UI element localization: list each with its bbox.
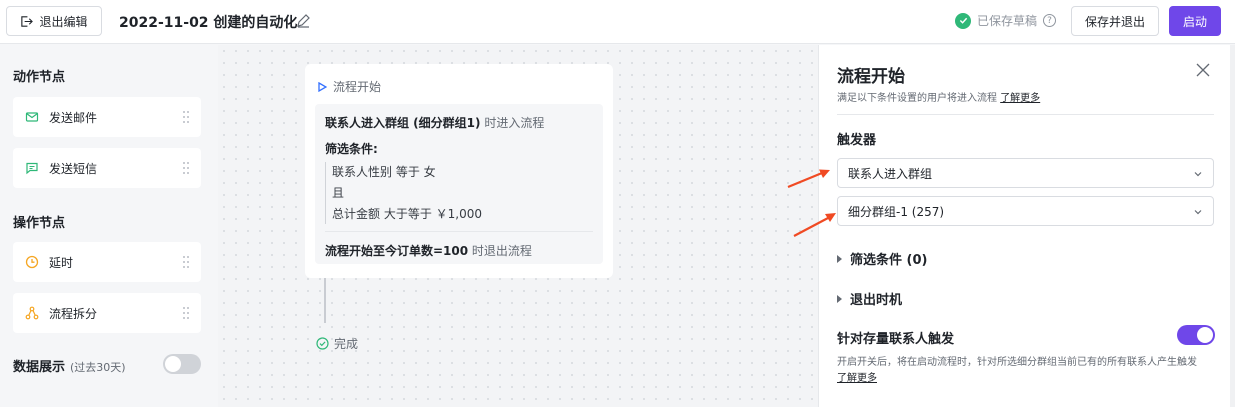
panel-description: 满足以下条件设置的用户将进入流程 了解更多 xyxy=(837,89,1040,104)
condition-item: 总计金额 大于等于 ￥1,000 xyxy=(332,207,482,221)
drag-handle-icon[interactable] xyxy=(181,110,191,124)
annotation-arrow-icon xyxy=(793,213,836,237)
top-bar: 退出编辑 2022-11-02 创建的自动化 已保存草稿 ? 保存并退出 启动 xyxy=(0,0,1235,44)
data-display-label: 数据展示 xyxy=(13,360,66,375)
node-settings-panel: 流程开始 满足以下条件设置的用户将进入流程 了解更多 触发器 联系人进入群组 细… xyxy=(818,45,1230,407)
mail-icon xyxy=(25,112,39,122)
caret-right-icon xyxy=(837,254,842,263)
flow-start-node[interactable]: 流程开始 联系人进入群组 (细分群组1) 时进入流程 筛选条件: 联系人性别 等… xyxy=(305,64,613,278)
chevron-down-icon xyxy=(1194,210,1202,215)
drag-handle-icon[interactable] xyxy=(181,306,191,320)
data-display-toggle[interactable] xyxy=(163,354,201,374)
node-label: 延时 xyxy=(49,255,74,270)
exit-timing-label: 退出时机 xyxy=(850,293,903,308)
segment-select[interactable]: 细分群组-1 (257) xyxy=(837,196,1214,226)
edit-icon[interactable] xyxy=(295,13,311,29)
flow-start-header: 流程开始 xyxy=(317,78,381,95)
data-display-title: 数据展示 (过去30天) xyxy=(13,356,126,375)
flow-title: 2022-11-02 创建的自动化 xyxy=(119,15,298,31)
exit-summary: 流程开始至今订单数=100 时退出流程 xyxy=(325,242,532,259)
segment-select-value: 细分群组-1 (257) xyxy=(848,204,945,219)
filter-conditions-label: 筛选条件 (0) xyxy=(850,253,928,268)
condition-list: 联系人性别 等于 女 且 总计金额 大于等于 ￥1,000 xyxy=(325,162,595,224)
filter-label: 筛选条件: xyxy=(325,142,378,156)
action-nodes-title: 动作节点 xyxy=(13,70,66,85)
flow-start-label: 流程开始 xyxy=(333,80,382,94)
sms-icon xyxy=(26,162,38,175)
exit-timing-toggle[interactable]: 退出时机 xyxy=(837,289,902,308)
trigger-summary: 联系人进入群组 (细分群组1) 时进入流程 xyxy=(325,114,544,131)
exit-summary-main: 流程开始至今订单数=100 xyxy=(325,244,469,258)
filter-conditions-toggle[interactable]: 筛选条件 (0) xyxy=(837,249,927,268)
trigger-summary-suffix: 时进入流程 xyxy=(480,116,545,130)
exit-icon xyxy=(21,15,34,27)
clock-icon xyxy=(25,255,39,269)
learn-more-link[interactable]: 了解更多 xyxy=(837,373,877,384)
split-icon xyxy=(25,306,39,320)
existing-contacts-note-text: 开启开关后，将在启动流程时，针对所选细分群组当前已有的所有联系人产生触发 xyxy=(837,357,1197,368)
toggle-knob xyxy=(1197,327,1213,343)
node-label: 流程拆分 xyxy=(49,306,98,321)
toggle-knob xyxy=(165,356,181,372)
existing-contacts-note: 开启开关后，将在启动流程时，针对所选细分群组当前已有的所有联系人产生触发 了解更… xyxy=(837,355,1217,387)
chevron-down-icon xyxy=(1194,172,1202,177)
trigger-section-title: 触发器 xyxy=(837,133,877,148)
drag-handle-icon[interactable] xyxy=(181,161,191,175)
help-icon[interactable]: ? xyxy=(1043,14,1057,27)
operation-nodes-title: 操作节点 xyxy=(13,216,66,231)
panel-divider xyxy=(837,114,1214,115)
learn-more-link[interactable]: 了解更多 xyxy=(1000,93,1040,104)
flow-end-label: 完成 xyxy=(334,337,359,351)
flow-canvas[interactable]: 流程开始 联系人进入群组 (细分群组1) 时进入流程 筛选条件: 联系人性别 等… xyxy=(218,45,818,407)
start-button[interactable]: 启动 xyxy=(1169,6,1221,36)
exit-edit-button[interactable]: 退出编辑 xyxy=(6,6,102,36)
trigger-summary-main: 联系人进入群组 (细分群组1) xyxy=(325,116,481,130)
node-send-sms[interactable]: 发送短信 xyxy=(13,148,201,188)
flow-connector xyxy=(324,278,326,323)
check-circle-icon xyxy=(316,337,329,350)
condition-item: 联系人性别 等于 女 xyxy=(332,165,436,179)
node-send-email[interactable]: 发送邮件 xyxy=(13,97,201,137)
panel-title: 流程开始 xyxy=(837,67,905,87)
node-label: 发送邮件 xyxy=(49,110,98,125)
existing-contacts-toggle[interactable] xyxy=(1177,325,1215,345)
drag-handle-icon[interactable] xyxy=(181,255,191,269)
panel-scrollbar[interactable] xyxy=(1230,45,1235,407)
close-icon[interactable] xyxy=(1196,63,1210,77)
trigger-select[interactable]: 联系人进入群组 xyxy=(837,158,1214,188)
saved-status-text: 已保存草稿 xyxy=(977,14,1038,28)
exit-summary-suffix: 时退出流程 xyxy=(468,244,532,258)
annotation-arrow-icon xyxy=(787,169,830,189)
flow-start-summary: 联系人进入群组 (细分群组1) 时进入流程 筛选条件: 联系人性别 等于 女 且… xyxy=(315,104,603,264)
caret-right-icon xyxy=(837,294,842,303)
summary-divider xyxy=(325,231,593,232)
condition-connector: 且 xyxy=(332,186,345,200)
node-flow-split[interactable]: 流程拆分 xyxy=(13,293,201,333)
trigger-select-value: 联系人进入群组 xyxy=(848,166,933,181)
data-display-period: (过去30天) xyxy=(70,361,126,374)
flow-end-node[interactable]: 完成 xyxy=(316,335,358,352)
saved-status: 已保存草稿 ? xyxy=(955,12,1057,29)
node-sidebar: 动作节点 发送邮件 发送短信 操作节点 延时 流程拆分 数据展示 (过去30天) xyxy=(0,45,218,407)
existing-contacts-title: 针对存量联系人触发 xyxy=(837,332,955,347)
panel-description-text: 满足以下条件设置的用户将进入流程 xyxy=(837,93,997,104)
play-icon xyxy=(318,81,327,92)
node-delay[interactable]: 延时 xyxy=(13,242,201,282)
check-circle-icon xyxy=(955,12,971,29)
save-and-exit-button[interactable]: 保存并退出 xyxy=(1071,6,1159,36)
exit-edit-label: 退出编辑 xyxy=(39,14,88,29)
node-label: 发送短信 xyxy=(49,161,98,176)
